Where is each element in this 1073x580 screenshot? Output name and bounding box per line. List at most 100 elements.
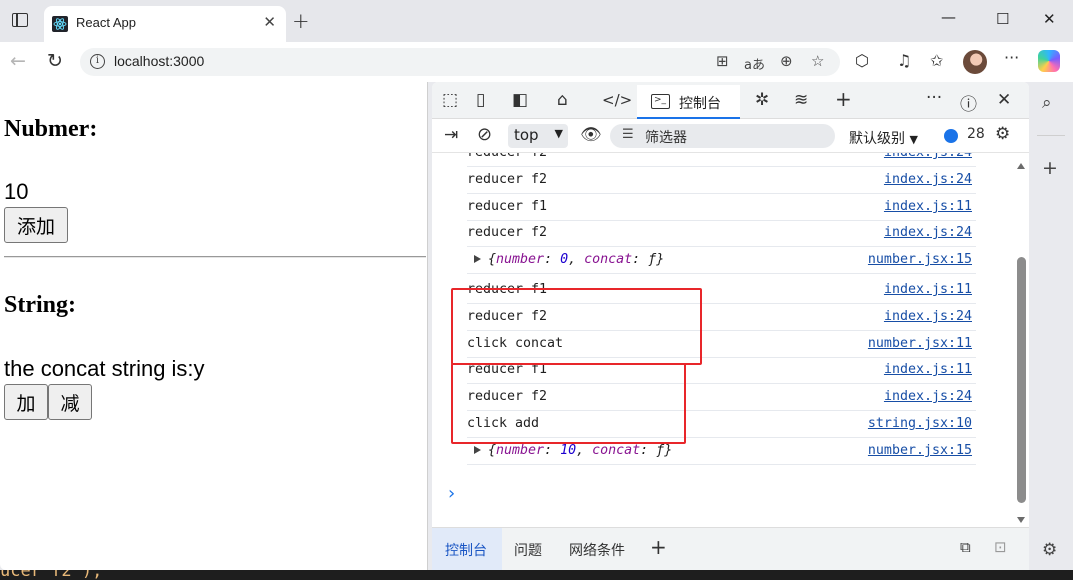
close-tab-icon[interactable]: ✕ [263,13,276,31]
console-object-preview[interactable]: {number: 0, concat: ƒ} [488,252,664,267]
app-available-icon[interactable]: ⊞ [716,52,729,70]
title-bar: React App ✕ + — ☐ ✕ [0,0,1073,42]
read-aloud-icon[interactable]: aあ [744,54,765,73]
issues-badge-icon[interactable] [944,129,958,143]
copilot-icon[interactable] [1038,50,1060,72]
refresh-icon[interactable]: ↻ [47,50,63,72]
network-wifi-icon[interactable]: ≋ [794,90,808,110]
console-settings-gear-icon[interactable]: ⚙ [995,124,1010,144]
help-icon[interactable]: ⓘ [960,90,977,115]
minimize-icon[interactable]: — [941,8,956,26]
console-scrollbar[interactable] [1015,153,1028,526]
source-link[interactable]: index.js:11 [884,199,972,214]
minus-button[interactable]: 减 [48,384,92,420]
source-link[interactable]: index.js:11 [884,362,972,377]
tab-console[interactable]: >_ 控制台 [637,85,740,119]
console-message: reducer f2 [467,172,548,187]
filter-input[interactable]: ☰ 筛选器 [610,124,835,148]
drawer-tab-issues[interactable]: 问题 [514,540,542,560]
editor-code-snippet: ucer f2"); [0,570,103,580]
favorite-star-icon[interactable]: ☆ [811,52,824,70]
favorites-icon[interactable]: ✩ [930,51,943,70]
context-select[interactable]: top ▼ [508,124,568,148]
source-link[interactable]: index.js:24 [884,172,972,187]
object-key: concat [592,443,641,458]
chevron-down-icon: ▼ [554,127,563,140]
console-object-row[interactable]: {number: 10, concat: ƒ} number.jsx:15 [467,438,976,465]
device-emulation-icon[interactable]: ▯ [476,90,485,110]
console-prompt[interactable]: › [446,483,457,504]
scroll-up-icon[interactable] [1017,163,1025,169]
object-value: 0 [560,252,569,267]
object-value: ƒ [648,252,657,267]
divider [4,256,426,258]
sidebar-settings-gear-icon[interactable]: ⚙ [1042,540,1057,560]
drawer-tab-network-conditions[interactable]: 网络条件 [569,540,625,560]
media-icon[interactable]: ♫ [897,51,911,70]
add-sidebar-app-icon[interactable]: + [1042,157,1058,179]
console-log-row: reducer f1 index.js:11 [467,277,976,304]
navigation-bar: ← ↻ i localhost:3000 ⊞ aあ ⊕ ☆ ⬡ ♫ ✩ ··· [0,42,1073,82]
edge-sidebar: ⌕ + ⚙ [1029,82,1073,570]
more-tools-icon[interactable]: + [835,87,852,111]
source-link[interactable]: index.js:24 [884,309,972,324]
source-link[interactable]: string.jsx:10 [868,416,972,431]
number-heading: Nubmer: [4,116,98,142]
drawer-tab-console[interactable]: 控制台 [432,528,502,570]
console-object-preview[interactable]: {number: 10, concat: ƒ} [488,443,672,458]
devtools-more-icon[interactable]: ··· [926,88,942,108]
source-link[interactable]: index.js:24 [884,389,972,404]
react-icon [52,16,68,32]
chevron-down-icon: ▼ [909,133,918,146]
extensions-icon[interactable]: ⬡ [855,51,869,70]
close-devtools-icon[interactable]: ✕ [997,90,1011,110]
search-icon[interactable]: ⌕ [1042,93,1052,113]
plus-button[interactable]: 加 [4,384,48,420]
profile-avatar[interactable] [963,50,987,74]
quick-view-icon[interactable]: ⧉ [960,538,971,556]
site-info-icon[interactable]: i [90,54,105,69]
object-key: concat [584,252,633,267]
console-log-row: reducer f2 index.js:24 [467,304,976,331]
source-link[interactable]: index.js:11 [884,282,972,297]
dock-drawer-icon[interactable]: ⊡ [994,538,1007,556]
expand-triangle-icon[interactable] [474,255,481,263]
browser-tab[interactable]: React App ✕ [44,6,286,42]
maximize-icon[interactable]: ☐ [996,10,1009,28]
address-bar[interactable]: i localhost:3000 ⊞ aあ ⊕ ☆ [80,48,840,76]
devtools-panel: ⬚ ▯ ◧ ⌂ </> >_ 控制台 ✲ ≋ + ··· ⓘ ✕ ⇥ ⊘ top… [432,82,1029,570]
tab-title: React App [76,15,136,30]
sidebar-toggle-icon[interactable]: ⇥ [444,125,458,145]
source-link[interactable]: number.jsx:15 [868,252,972,267]
add-drawer-tab-icon[interactable]: + [650,535,667,559]
welcome-home-icon[interactable]: ⌂ [557,90,568,110]
elements-icon[interactable]: </> [602,91,632,109]
console-message: reducer f2 [467,153,547,160]
log-level-select[interactable]: 默认级别 ▼ [849,128,918,148]
new-tab-icon[interactable]: + [292,9,310,33]
live-expression-eye-icon[interactable]: 👁 [580,125,602,145]
sources-bug-icon[interactable]: ✲ [755,90,769,110]
inspect-element-icon[interactable]: ⬚ [442,90,458,110]
console-output: reducer f2 index.js:24 reducer f2 index.js:… [432,153,1018,526]
expand-triangle-icon[interactable] [474,446,481,454]
object-key: number [496,443,545,458]
scroll-down-icon[interactable] [1017,517,1025,523]
dock-side-icon[interactable]: ◧ [512,90,528,110]
source-link[interactable]: index.js:24 [884,153,972,160]
source-link[interactable]: number.jsx:11 [868,336,972,351]
console-object-row[interactable]: {number: 0, concat: ƒ} number.jsx:15 [467,247,976,274]
object-key: number [496,252,545,267]
add-button[interactable]: 添加 [4,207,68,243]
clear-console-icon[interactable]: ⊘ [477,124,492,145]
console-message: click concat [467,336,564,351]
tab-actions-icon[interactable] [12,13,28,27]
more-menu-icon[interactable]: ··· [1004,48,1019,67]
source-link[interactable]: number.jsx:15 [868,443,972,458]
console-log-row: reducer f2 index.js:24 [467,153,976,167]
source-link[interactable]: index.js:24 [884,225,972,240]
scroll-thumb[interactable] [1017,257,1026,503]
back-icon[interactable]: ← [10,50,26,72]
zoom-icon[interactable]: ⊕ [780,52,793,70]
close-window-icon[interactable]: ✕ [1043,10,1056,28]
